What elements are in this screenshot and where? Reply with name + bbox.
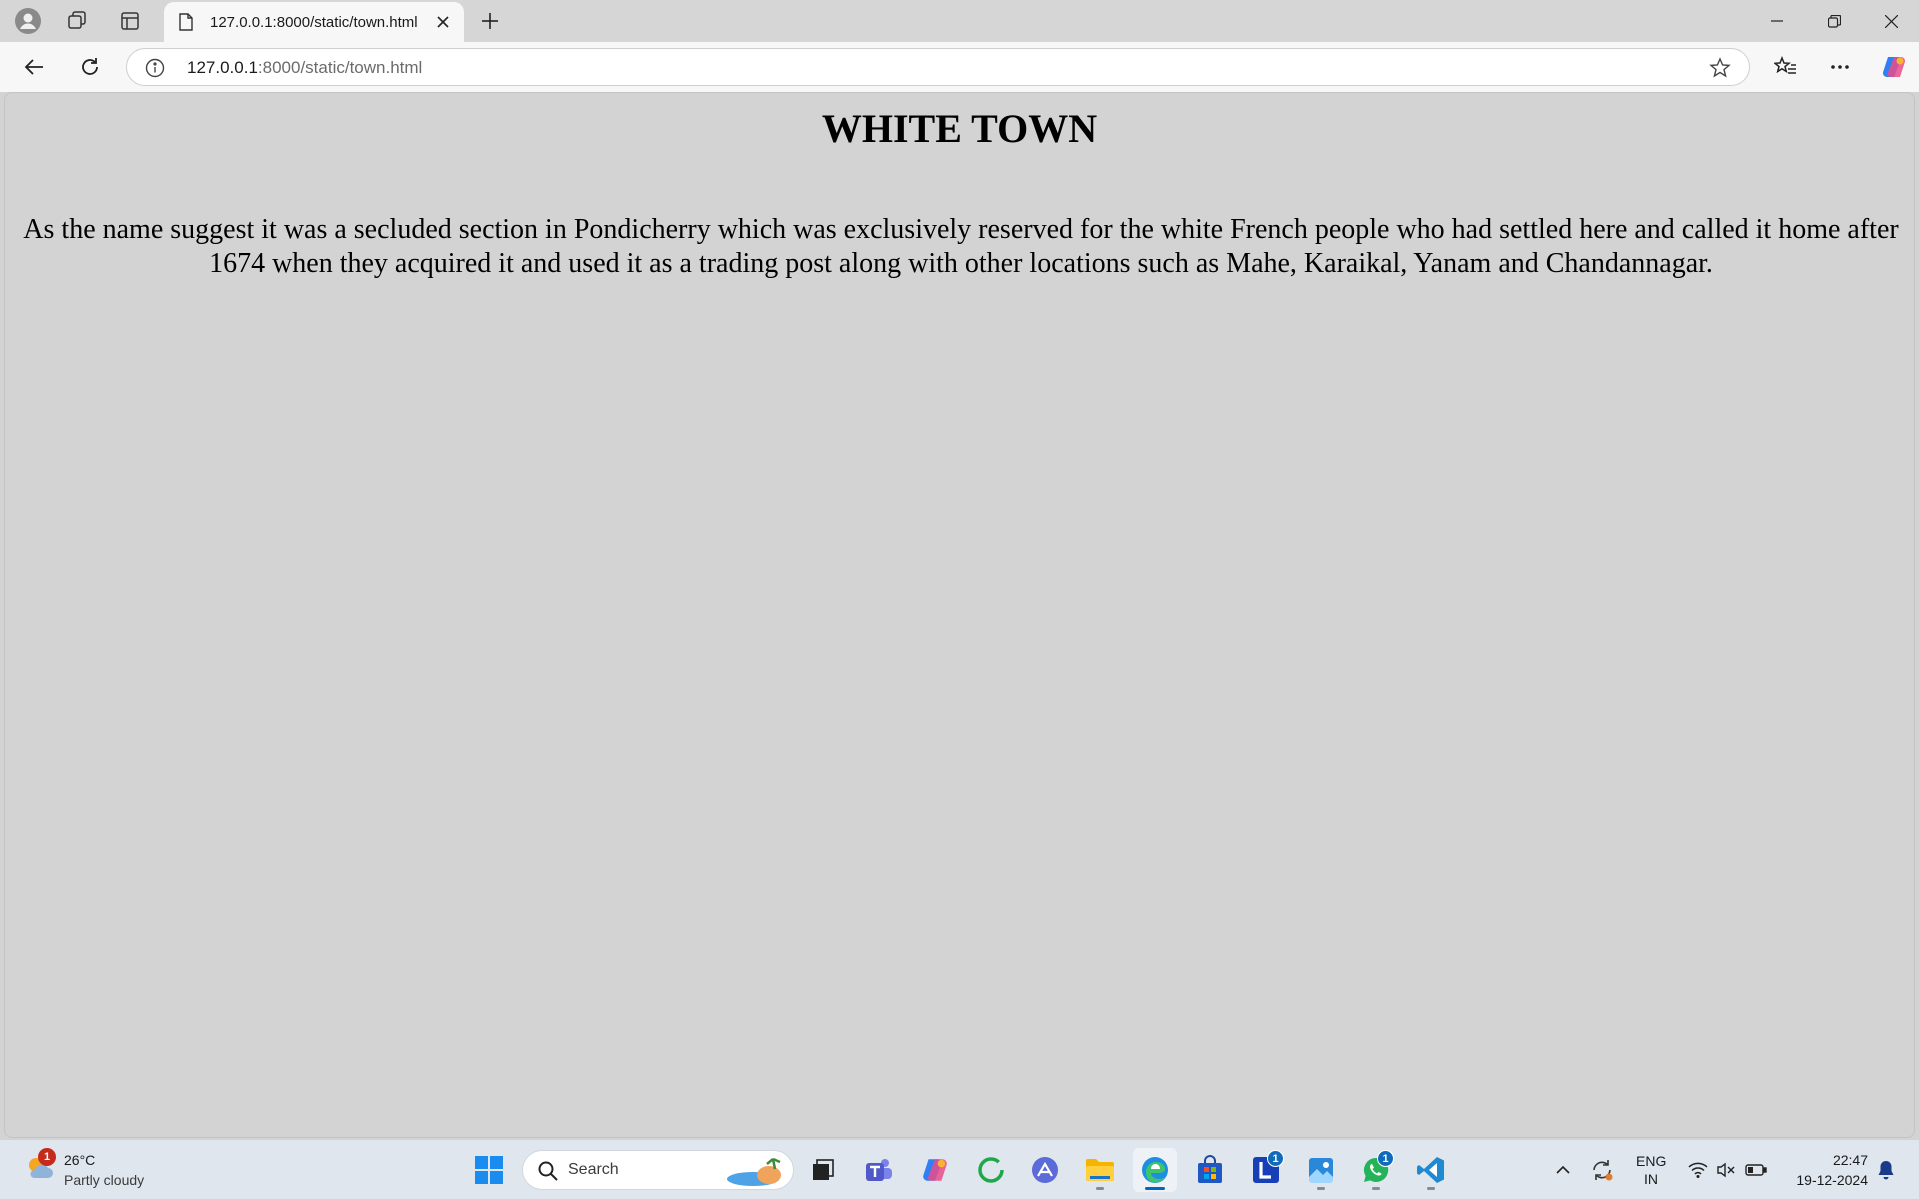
taskbar-whatsapp[interactable]: 1 xyxy=(1354,1148,1398,1192)
windows-logo-icon xyxy=(475,1156,503,1184)
search-label: Search xyxy=(568,1161,619,1178)
notifications-button[interactable] xyxy=(1874,1154,1898,1186)
weather-widget[interactable]: 1 26°C Partly cloudy xyxy=(20,1148,170,1192)
taskbar-teams[interactable] xyxy=(857,1148,901,1192)
refresh-button[interactable] xyxy=(70,49,110,85)
battery-icon xyxy=(1745,1164,1767,1176)
taskbar-arc-app[interactable] xyxy=(1023,1148,1067,1192)
teams-icon xyxy=(866,1159,892,1181)
photos-icon xyxy=(1309,1158,1333,1183)
wifi-tray-button[interactable] xyxy=(1686,1154,1710,1186)
search-icon xyxy=(538,1161,558,1181)
edge-icon xyxy=(1142,1157,1168,1183)
input-language-indicator[interactable]: ENG IN xyxy=(1636,1152,1666,1188)
notification-badge: 1 xyxy=(1267,1150,1284,1167)
browser-tab-strip: 127.0.0.1:8000/static/town.html xyxy=(0,0,1919,42)
volume-tray-button[interactable] xyxy=(1714,1154,1738,1186)
page-paragraph: As the name suggest it was a secluded se… xyxy=(23,214,1899,279)
info-icon[interactable] xyxy=(145,58,165,78)
page-viewport: WHITE TOWN As the name suggest it was a … xyxy=(4,92,1915,1138)
weather-temp: 26°C xyxy=(64,1152,96,1168)
clock-date: 19-12-2024 xyxy=(1796,1172,1868,1188)
weather-badge: 1 xyxy=(38,1148,56,1166)
copilot-icon xyxy=(923,1159,947,1181)
taskbar-store[interactable] xyxy=(1188,1148,1232,1192)
ring-icon xyxy=(978,1157,1004,1183)
start-button[interactable] xyxy=(467,1148,511,1192)
taskbar-l-app[interactable]: 1 xyxy=(1244,1148,1288,1192)
address-bar[interactable]: 127.0.0.1:8000/static/town.html xyxy=(126,48,1750,86)
region-code: IN xyxy=(1644,1171,1658,1187)
address-url[interactable]: 127.0.0.1:8000/static/town.html xyxy=(187,58,422,78)
taskbar-vscode[interactable] xyxy=(1409,1148,1453,1192)
more-dots-icon xyxy=(1831,65,1849,69)
tab-actions-icon xyxy=(121,12,139,30)
clock-time: 22:47 xyxy=(1832,1152,1868,1168)
workspaces-button[interactable] xyxy=(56,5,100,37)
notification-badge: 1 xyxy=(1377,1150,1394,1167)
search-highlight-image xyxy=(727,1157,781,1186)
taskbar-green-ring-app[interactable] xyxy=(969,1148,1013,1192)
sync-icon xyxy=(1593,1160,1613,1181)
sync-tray-button[interactable] xyxy=(1588,1154,1616,1186)
taskbar-edge[interactable] xyxy=(1133,1148,1177,1192)
url-path: :8000/static/town.html xyxy=(257,58,423,77)
back-button[interactable] xyxy=(14,49,54,85)
back-arrow-icon xyxy=(24,59,43,75)
windows-taskbar: 1 26°C Partly cloudy Search 1 1 ENG IN 2… xyxy=(0,1139,1919,1199)
tab-close-button[interactable] xyxy=(428,7,458,37)
taskbar-task-view[interactable] xyxy=(801,1148,845,1192)
running-indicator xyxy=(1372,1187,1380,1190)
taskbar-photos[interactable] xyxy=(1299,1148,1343,1192)
browser-toolbar: 127.0.0.1:8000/static/town.html xyxy=(0,42,1919,92)
running-indicator xyxy=(1317,1187,1325,1190)
refresh-icon xyxy=(82,58,98,75)
battery-tray-button[interactable] xyxy=(1744,1154,1768,1186)
profile-icon xyxy=(15,8,41,34)
taskbar-search[interactable]: Search xyxy=(522,1150,794,1190)
weather-desc: Partly cloudy xyxy=(64,1172,145,1188)
taskbar-file-explorer[interactable] xyxy=(1078,1148,1122,1192)
wifi-icon xyxy=(1688,1162,1708,1178)
favorite-star-icon[interactable] xyxy=(1709,57,1731,79)
triangle-logo-icon xyxy=(1032,1157,1058,1183)
system-clock[interactable]: 22:47 19-12-2024 xyxy=(1778,1150,1868,1190)
vertical-tabs-button[interactable] xyxy=(108,5,152,37)
favorites-list-icon xyxy=(1774,56,1796,74)
taskbar-copilot[interactable] xyxy=(913,1148,957,1192)
close-icon xyxy=(437,16,449,28)
minimize-icon xyxy=(1771,20,1783,22)
page-icon xyxy=(176,12,196,32)
profile-button[interactable] xyxy=(6,5,50,37)
minimize-button[interactable] xyxy=(1749,0,1805,42)
url-host: 127.0.0.1 xyxy=(187,58,258,77)
running-indicator xyxy=(1427,1187,1435,1190)
restore-icon xyxy=(1827,14,1841,28)
close-icon xyxy=(1884,14,1898,28)
task-view-icon xyxy=(813,1159,834,1180)
language-code: ENG xyxy=(1636,1153,1667,1169)
restore-button[interactable] xyxy=(1806,0,1862,42)
folder-icon xyxy=(1086,1159,1114,1181)
bell-icon xyxy=(1878,1161,1894,1180)
favorites-button[interactable] xyxy=(1766,49,1806,85)
new-tab-button[interactable] xyxy=(468,5,512,37)
tab-town[interactable]: 127.0.0.1:8000/static/town.html xyxy=(164,2,464,42)
settings-more-button[interactable] xyxy=(1820,49,1860,85)
speaker-muted-icon xyxy=(1717,1162,1735,1178)
page-heading: WHITE TOWN xyxy=(821,106,1098,151)
chevron-up-icon xyxy=(1556,1165,1570,1174)
copilot-icon xyxy=(1882,56,1906,78)
workspaces-icon xyxy=(68,11,86,29)
vscode-icon xyxy=(1417,1157,1444,1183)
tab-title: 127.0.0.1:8000/static/town.html xyxy=(210,13,418,31)
store-bag-icon xyxy=(1198,1155,1222,1183)
window-close-button[interactable] xyxy=(1863,0,1919,42)
show-hidden-icons-button[interactable] xyxy=(1552,1154,1574,1186)
copilot-button[interactable] xyxy=(1874,49,1914,85)
running-indicator xyxy=(1096,1187,1104,1190)
running-indicator xyxy=(1145,1187,1165,1190)
plus-icon xyxy=(482,13,498,29)
